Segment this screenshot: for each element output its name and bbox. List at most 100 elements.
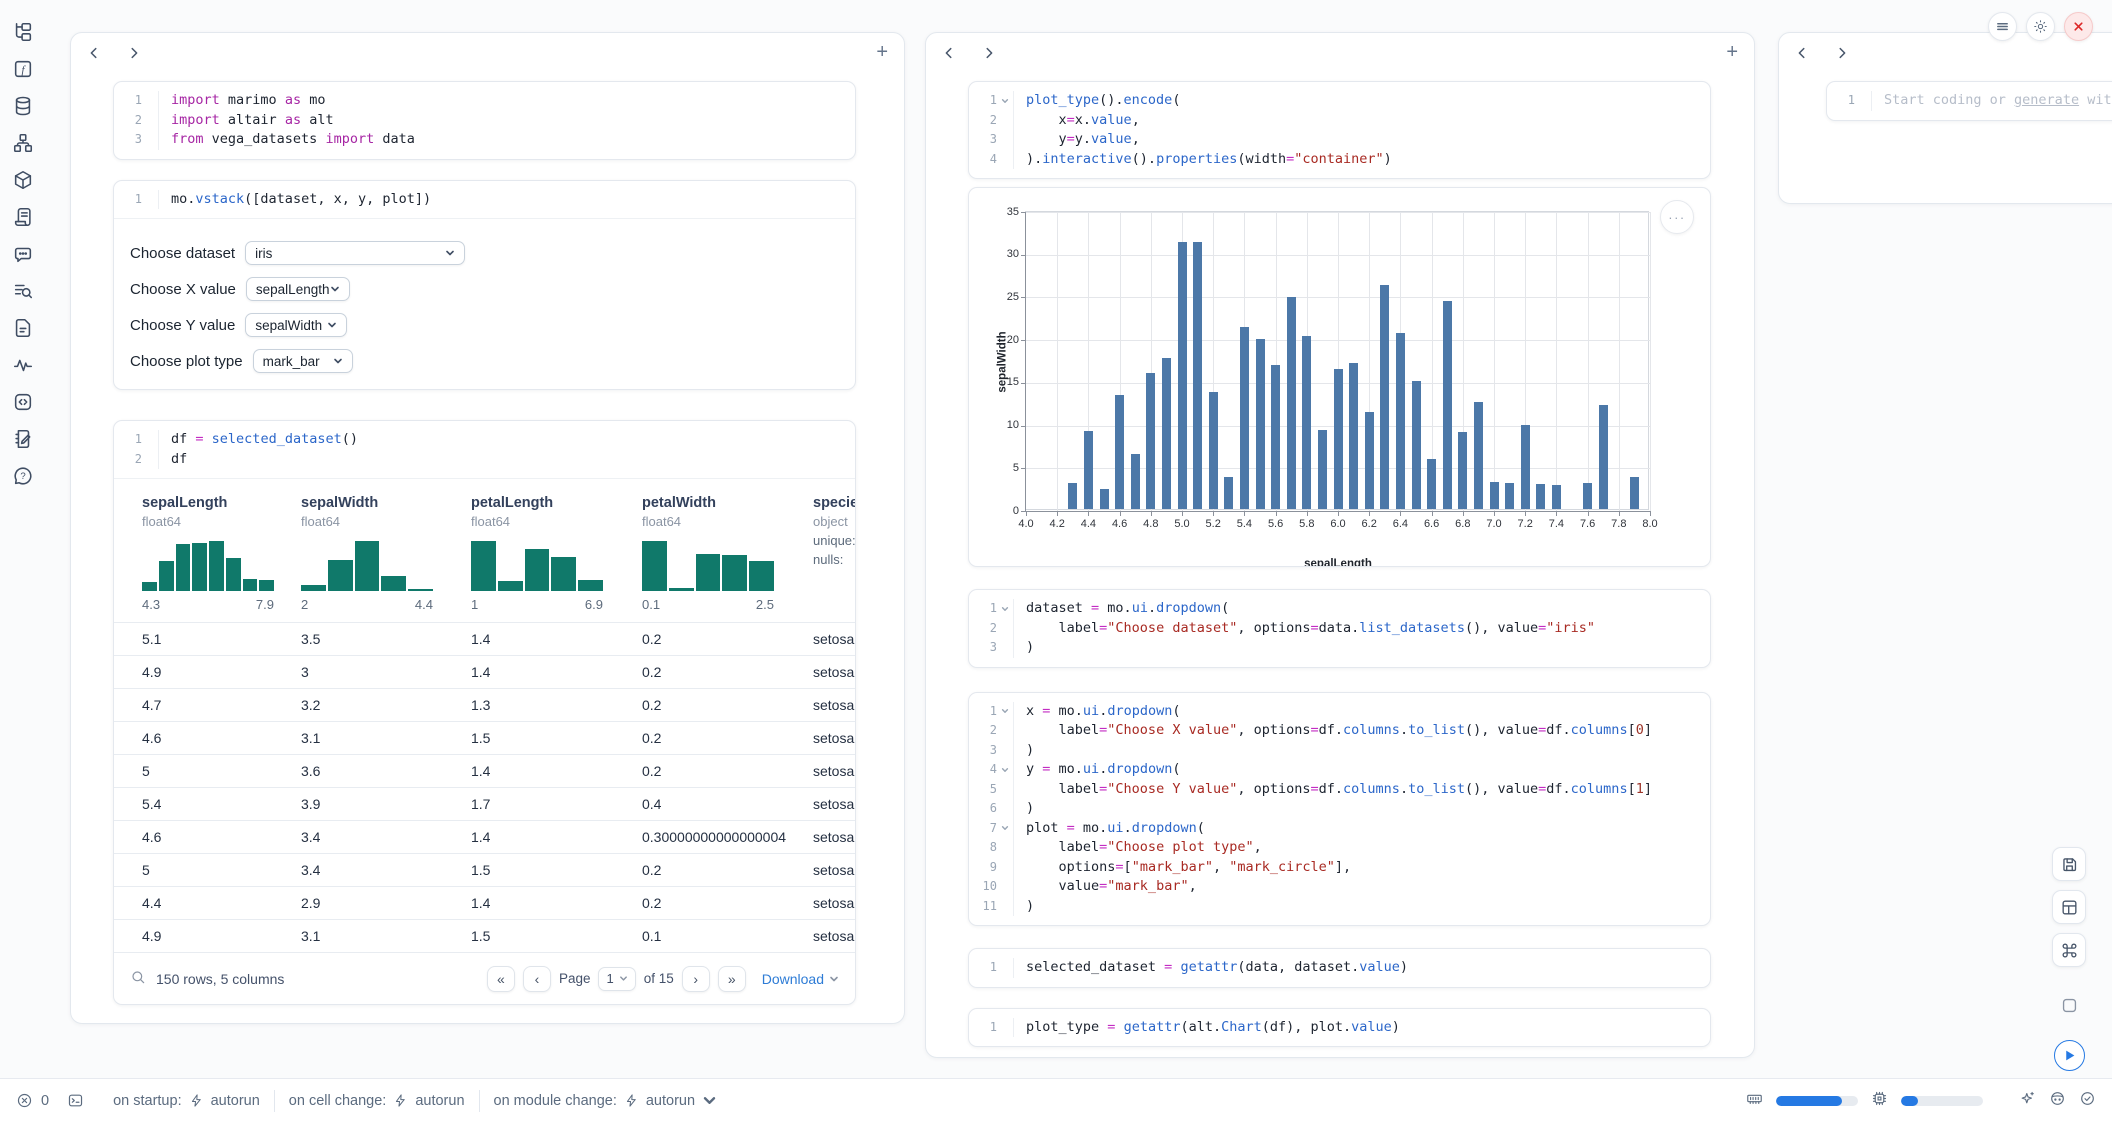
column-histogram: [142, 541, 274, 591]
code-editor-plot[interactable]: 1plot_type().encode(2 x=x.value,3 y=y.va…: [969, 82, 1710, 178]
terminal-button[interactable]: [67, 1092, 84, 1109]
add-cell-button[interactable]: +: [1726, 41, 1738, 64]
table-row[interactable]: 4.93.11.50.1setosa: [114, 919, 855, 952]
packages-icon[interactable]: [12, 168, 35, 191]
column-prev-button[interactable]: [1795, 46, 1809, 60]
functions-icon[interactable]: f: [12, 57, 35, 80]
column-2-nav: +: [926, 33, 1754, 73]
ai-sparkles-button[interactable]: [2019, 1090, 2036, 1111]
chart-bar: [1458, 432, 1467, 509]
command-palette-button[interactable]: [2052, 933, 2086, 967]
column-prev-button[interactable]: [942, 46, 956, 60]
cell-selected-dataset: 1selected_dataset = getattr(data, datase…: [968, 948, 1711, 988]
save-button[interactable]: [2052, 847, 2086, 881]
table-row[interactable]: 5.43.91.70.4setosa: [114, 787, 855, 820]
snippets-icon[interactable]: [12, 390, 35, 413]
add-cell-button[interactable]: +: [876, 41, 888, 64]
code-editor-vstack[interactable]: 1mo.vstack([dataset, x, y, plot]): [114, 181, 855, 220]
column-next-button[interactable]: [127, 46, 141, 60]
run-all-button[interactable]: [2054, 1040, 2085, 1071]
sidebar: f ?: [0, 0, 46, 1078]
scratchpad-icon[interactable]: [12, 427, 35, 450]
shutdown-close-button[interactable]: [2064, 12, 2093, 41]
datasources-icon[interactable]: [12, 94, 35, 117]
last-page-button[interactable]: »: [718, 966, 746, 992]
fold-chevron-icon[interactable]: [997, 91, 1013, 111]
column-histogram: [471, 541, 603, 591]
notebook-column-1: + 1import marimo as mo2import altair as …: [70, 32, 905, 1024]
minimal-mode-button[interactable]: [2052, 988, 2086, 1022]
table-row[interactable]: 53.61.40.2setosa: [114, 754, 855, 787]
chart-bar: [1256, 339, 1265, 509]
code-line: 1import marimo as mo: [114, 91, 855, 111]
dropdown-choose-y-value[interactable]: sepalWidth: [245, 313, 347, 337]
documentation-icon[interactable]: [12, 316, 35, 339]
bar-chart-plot[interactable]: sepalWidth sepalLength 4.04.24.44.64.85.…: [1025, 211, 1649, 510]
run-config-2[interactable]: on module change:autorun: [494, 1093, 718, 1109]
prev-page-button[interactable]: ‹: [523, 966, 551, 992]
dropdown-choose-x-value[interactable]: sepalLength: [246, 277, 350, 301]
menu-button[interactable]: [1988, 12, 2017, 41]
dropdown-choose-plot-type[interactable]: mark_bar: [253, 349, 353, 373]
fold-chevron-icon[interactable]: [997, 819, 1013, 839]
copilot-button[interactable]: [2049, 1090, 2066, 1111]
next-page-button[interactable]: ›: [682, 966, 710, 992]
run-config-0[interactable]: on startup:autorun: [113, 1093, 260, 1109]
chart-bar: [1521, 425, 1530, 509]
column-next-button[interactable]: [982, 46, 996, 60]
ram-usage-meter: [1776, 1096, 1858, 1106]
table-row[interactable]: 4.42.91.40.2setosa: [114, 886, 855, 919]
column-header-species[interactable]: speciesobjectunique:nulls:: [813, 495, 856, 612]
column-next-button[interactable]: [1835, 46, 1849, 60]
chart-menu-button[interactable]: ···: [1660, 200, 1694, 234]
generate-link[interactable]: generate: [2014, 92, 2079, 108]
settings-gear-button[interactable]: [2026, 12, 2055, 41]
connection-status-icon[interactable]: [2079, 1090, 2096, 1111]
error-indicator[interactable]: 0: [16, 1092, 49, 1109]
ai-chat-icon[interactable]: [12, 242, 35, 265]
tracing-icon[interactable]: [12, 353, 35, 376]
code-editor-dataframe[interactable]: 1df = selected_dataset()2df: [114, 421, 855, 479]
table-row[interactable]: 4.63.41.40.30000000000000004setosa: [114, 820, 855, 853]
dropdown-choose-dataset[interactable]: iris: [245, 241, 465, 265]
column-header-sepalLength[interactable]: sepalLengthfloat644.37.9: [142, 495, 301, 612]
layout-button[interactable]: [2052, 890, 2086, 924]
table-row[interactable]: 4.73.21.30.2setosa: [114, 688, 855, 721]
run-config-1[interactable]: on cell change:autorun: [289, 1093, 465, 1109]
empty-code-editor[interactable]: 1 Start coding or generate with: [1827, 82, 2112, 120]
download-button[interactable]: Download: [762, 971, 839, 987]
outline-search-icon[interactable]: [12, 279, 35, 302]
column-header-petalLength[interactable]: petalLengthfloat6416.9: [471, 495, 642, 612]
help-icon[interactable]: ?: [12, 464, 35, 487]
dependency-graph-icon[interactable]: [12, 131, 35, 154]
first-page-button[interactable]: «: [487, 966, 515, 992]
code-editor-plottype[interactable]: 1plot_type = getattr(alt.Chart(df), plot…: [969, 1009, 1710, 1047]
column-header-petalWidth[interactable]: petalWidthfloat640.12.5: [642, 495, 813, 612]
table-row[interactable]: 4.931.40.2setosa: [114, 655, 855, 688]
file-tree-icon[interactable]: [12, 20, 35, 43]
chart-bar: [1302, 336, 1311, 509]
fold-chevron-icon[interactable]: [997, 760, 1013, 780]
logs-icon[interactable]: [12, 205, 35, 228]
code-editor-dataset[interactable]: 1dataset = mo.ui.dropdown(2 label="Choos…: [969, 590, 1710, 667]
code-editor-imports[interactable]: 1import marimo as mo2import altair as al…: [114, 82, 855, 159]
notebook-column-2: + 1plot_type().encode(2 x=x.value,3 y=y.…: [925, 32, 1755, 1058]
page-select[interactable]: 1: [598, 967, 635, 991]
cell-xy-plot-dropdowns: 1x = mo.ui.dropdown(2 label="Choose X va…: [968, 692, 1711, 927]
search-icon[interactable]: [130, 969, 146, 988]
code-editor-selected[interactable]: 1selected_dataset = getattr(data, datase…: [969, 949, 1710, 987]
chart-bar: [1536, 484, 1545, 509]
fold-chevron-icon[interactable]: [997, 599, 1013, 619]
code-editor-xyplot[interactable]: 1x = mo.ui.dropdown(2 label="Choose X va…: [969, 693, 1710, 926]
chart-bar: [1474, 402, 1483, 509]
chart-bar: [1552, 485, 1561, 509]
chart-bar: [1209, 392, 1218, 509]
control-label: Choose X value: [130, 281, 236, 298]
chart-bar: [1583, 483, 1592, 509]
column-prev-button[interactable]: [87, 46, 101, 60]
table-row[interactable]: 53.41.50.2setosa: [114, 853, 855, 886]
column-header-sepalWidth[interactable]: sepalWidthfloat6424.4: [301, 495, 471, 612]
table-row[interactable]: 4.63.11.50.2setosa: [114, 721, 855, 754]
fold-chevron-icon[interactable]: [997, 702, 1013, 722]
table-row[interactable]: 5.13.51.40.2setosa: [114, 622, 855, 655]
